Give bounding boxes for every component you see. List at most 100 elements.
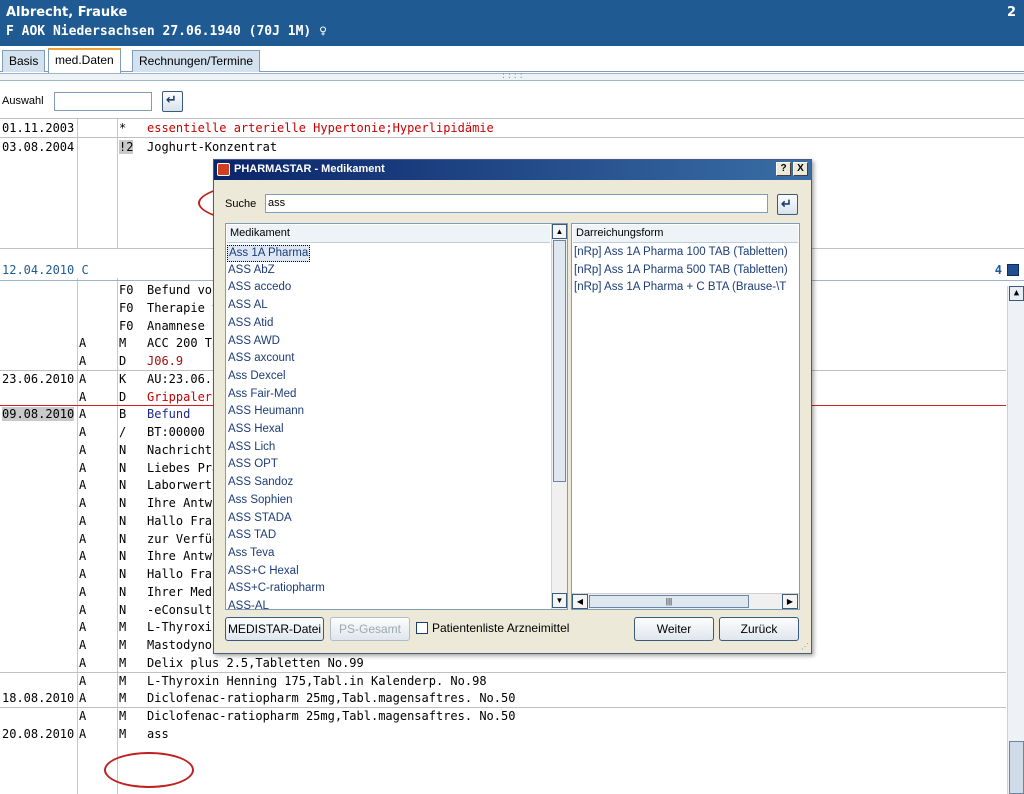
tab-bar: Basis med.Daten Rechnungen/Termine: [0, 46, 1024, 73]
medication-item[interactable]: ASS+C-ratiopharm: [227, 581, 326, 598]
tab-med-daten[interactable]: med.Daten: [48, 48, 121, 73]
divider: [0, 707, 1006, 708]
patientenliste-checkbox[interactable]: [416, 622, 428, 634]
entry-author: A: [79, 585, 87, 599]
entry-text: Laborwert: [147, 478, 213, 492]
entry-text: ass: [147, 727, 169, 741]
medication-item[interactable]: ASS STADA: [227, 511, 293, 528]
splitter[interactable]: : : : :: [0, 71, 1024, 81]
medication-item[interactable]: ASS Heumann: [227, 404, 305, 421]
scroll-thumb[interactable]: [553, 240, 566, 482]
auswahl-input[interactable]: [54, 92, 152, 111]
medication-item[interactable]: Ass 1A Pharma: [227, 245, 311, 262]
entry-type: N: [119, 478, 127, 492]
medication-item[interactable]: ASS Lich: [227, 440, 276, 457]
pharmastar-logo-icon: [217, 163, 230, 176]
scroll-thumb[interactable]: |||: [589, 595, 749, 608]
medication-scrollbar[interactable]: ▲ ▼: [551, 224, 567, 609]
entry-author: A: [79, 532, 87, 546]
section-date: 12.04.2010 C: [2, 263, 89, 277]
entry-type: N: [119, 461, 127, 475]
annotation-ellipse: [104, 752, 194, 788]
entry-author: A: [79, 425, 87, 439]
medication-item[interactable]: Ass Dexcel: [227, 369, 287, 386]
entry-type: M: [119, 656, 127, 670]
entry-date: 18.08.2010: [2, 691, 75, 705]
form-item[interactable]: [nRp] Ass 1A Pharma 500 TAB (Tabletten): [573, 263, 798, 280]
table-row[interactable]: A M L-Thyroxin Henning 175,Tabl.in Kalende…: [0, 674, 1000, 692]
scroll-left-icon[interactable]: ◀: [572, 594, 588, 609]
medication-listbox[interactable]: Medikament Ass 1A Pharma ASS AbZ ASS acced…: [225, 223, 568, 610]
entry-author: A: [79, 638, 87, 652]
medication-item[interactable]: ASS Hexal: [227, 422, 285, 439]
auswahl-enter-button[interactable]: ↵: [162, 91, 183, 112]
entry-type: D: [119, 390, 127, 404]
resize-grip-icon[interactable]: ⋰: [801, 642, 809, 651]
header-number: 2: [1006, 5, 1016, 20]
medication-item[interactable]: ASS AbZ: [227, 263, 276, 280]
medication-item[interactable]: ASS+C Hexal: [227, 564, 300, 581]
scroll-down-icon[interactable]: ▼: [552, 593, 567, 608]
entry-type: M: [119, 727, 127, 741]
tab-rechnungen-termine[interactable]: Rechnungen/Termine: [132, 50, 261, 72]
help-button[interactable]: ?: [776, 162, 791, 176]
entry-type: M: [119, 336, 127, 350]
entry-text: Nachricht: [147, 443, 213, 457]
tab-basis[interactable]: Basis: [2, 50, 46, 72]
ps-gesamt-button[interactable]: PS-Gesamt: [330, 617, 410, 641]
close-button[interactable]: X: [793, 162, 808, 176]
form-listbox[interactable]: Darreichungsform [nRp] Ass 1A Pharma 100…: [571, 223, 800, 610]
weiter-button[interactable]: Weiter: [634, 617, 714, 641]
save-icon[interactable]: [1007, 264, 1019, 276]
list-item[interactable]: 01.11.2003 * essentielle arterielle Hype…: [0, 121, 1024, 139]
entry-text: Ihrer Med: [147, 585, 213, 599]
enter-icon: ↵: [781, 196, 792, 211]
table-row[interactable]: 20.08.2010 A Mass: [0, 727, 1000, 745]
search-label: Suche: [225, 198, 257, 210]
entry-date: 20.08.2010: [2, 727, 75, 741]
medication-item[interactable]: ASS Atid: [227, 316, 274, 333]
entry-author: A: [79, 390, 87, 404]
search-enter-button[interactable]: ↵: [777, 194, 798, 215]
table-row[interactable]: A M Diclofenac-ratiopharm 25mg,Tabl.magens…: [0, 709, 1000, 727]
entry-text: Anamnese: [147, 319, 205, 333]
medikament-dialog: PHARMASTAR - Medikament ? X Suche ass ↵ …: [213, 159, 812, 654]
medication-item[interactable]: Ass Teva: [227, 546, 275, 563]
scroll-up-icon[interactable]: ▲: [552, 224, 567, 239]
entry-type: N: [119, 603, 127, 617]
medication-item[interactable]: ASS accedo: [227, 280, 292, 297]
medication-item[interactable]: ASS TAD: [227, 528, 277, 545]
medication-item[interactable]: Ass Sophien: [227, 493, 294, 510]
list-item[interactable]: 03.08.2004 !2 Joghurt-Konzentrat: [0, 140, 1024, 158]
form-item[interactable]: [nRp] Ass 1A Pharma 100 TAB (Tabletten): [573, 245, 798, 262]
form-hscrollbar[interactable]: ◀ ||| ▶: [572, 593, 799, 609]
zurueck-button[interactable]: Zurück: [719, 617, 799, 641]
entry-author: A: [79, 443, 87, 457]
medication-item[interactable]: ASS AL: [227, 298, 269, 315]
medication-item[interactable]: Ass Fair-Med: [227, 387, 297, 404]
scroll-right-icon[interactable]: ▶: [782, 594, 798, 609]
medication-item[interactable]: ASS-AL: [227, 599, 270, 609]
form-item[interactable]: [nRp] Ass 1A Pharma + C BTA (Brause-\T: [573, 280, 798, 297]
medication-item[interactable]: ASS Sandoz: [227, 475, 294, 492]
medication-item[interactable]: ASS OPT: [227, 457, 279, 474]
medication-item[interactable]: ASS AWD: [227, 334, 281, 351]
dialog-titlebar[interactable]: PHARMASTAR - Medikament ? X: [214, 160, 811, 180]
search-input[interactable]: ass: [265, 194, 768, 213]
medistar-datei-button[interactable]: MEDISTAR-Datei: [225, 617, 324, 641]
scroll-up-icon[interactable]: ▲: [1009, 286, 1024, 301]
main-scrollbar[interactable]: ▲: [1007, 286, 1024, 794]
entry-author: A: [79, 709, 87, 723]
entry-text: Befund: [147, 407, 191, 421]
entry-date: 09.08.2010: [2, 407, 75, 421]
entry-type: F0: [119, 319, 134, 333]
entry-date: 01.11.2003: [2, 121, 75, 135]
entry-text: Joghurt-Konzentrat: [147, 140, 278, 154]
entry-text: Hallo Frau: [147, 514, 220, 528]
auswahl-label: Auswahl: [2, 95, 44, 107]
medication-item[interactable]: ASS axcount: [227, 351, 295, 368]
entry-type: N: [119, 496, 127, 510]
scroll-thumb[interactable]: [1009, 741, 1024, 794]
entry-author: A: [79, 567, 87, 581]
entry-author: A: [79, 407, 87, 421]
